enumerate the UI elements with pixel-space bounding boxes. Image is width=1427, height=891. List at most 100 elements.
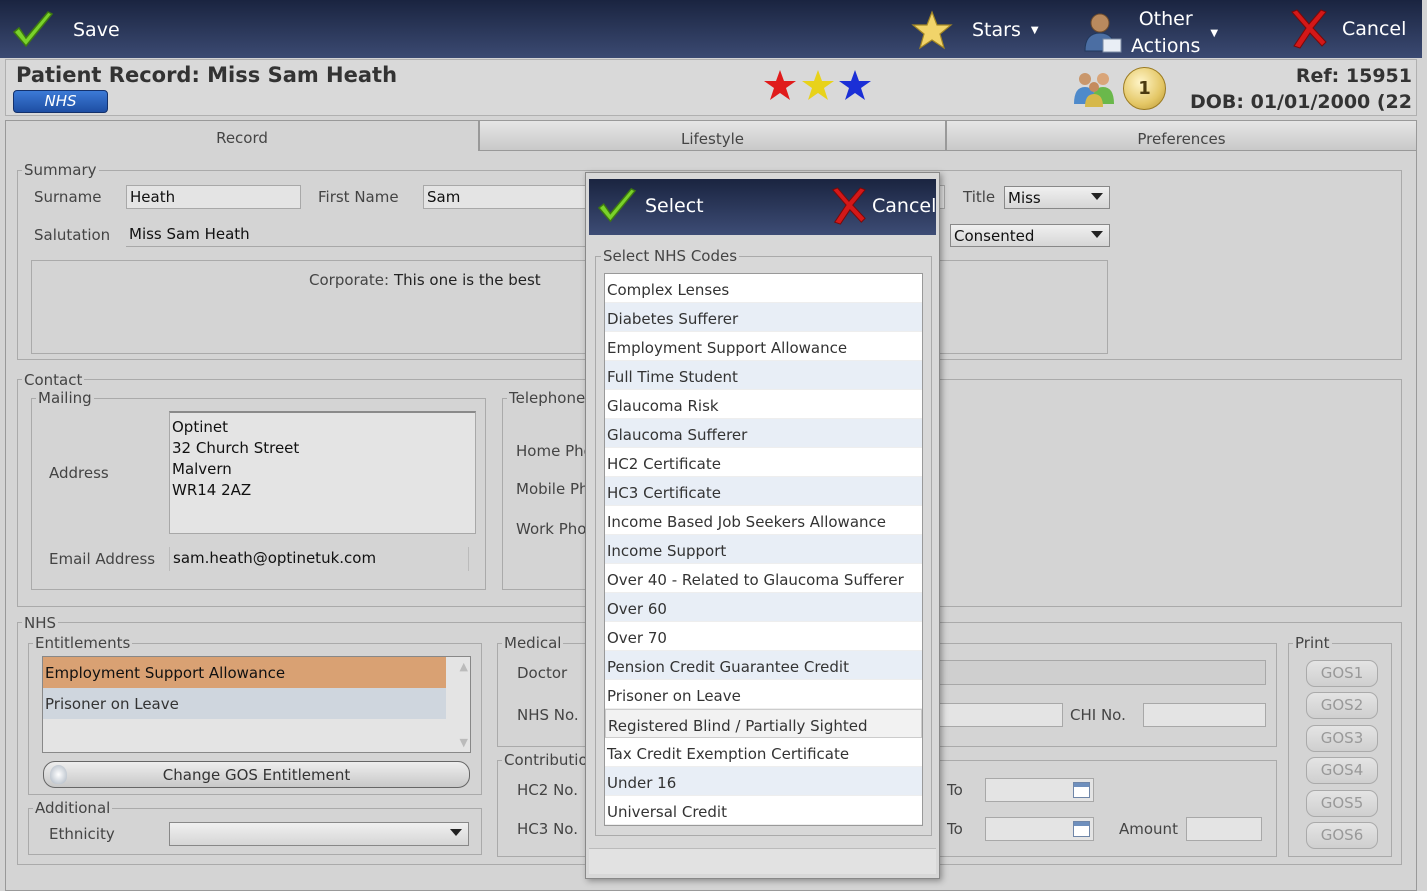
salutation-label: Salutation bbox=[34, 226, 111, 244]
entitlements-legend: Entitlements bbox=[33, 634, 133, 652]
list-item[interactable]: Glaucoma Sufferer bbox=[605, 419, 922, 448]
list-item[interactable]: Over 70 bbox=[605, 622, 922, 651]
tab-record[interactable]: Record bbox=[5, 120, 479, 151]
list-item[interactable]: Universal Credit bbox=[605, 796, 922, 825]
surname-field[interactable]: Heath bbox=[126, 185, 301, 209]
patient-ref: Ref: 15951 DOB: 01/01/2000 (22 bbox=[1190, 63, 1412, 115]
calendar-icon[interactable] bbox=[1073, 821, 1090, 837]
tab-lifestyle[interactable]: Lifestyle bbox=[479, 120, 946, 151]
consent-value: Consented bbox=[954, 227, 1035, 245]
email-field[interactable]: sam.heath@optinetuk.com bbox=[169, 547, 469, 571]
mobile-phone-label: Mobile Ph bbox=[516, 480, 589, 498]
list-item[interactable]: Under 16 bbox=[605, 767, 922, 796]
title-label: Title bbox=[963, 188, 996, 206]
corporate-value: This one is the best bbox=[394, 271, 541, 289]
dialog-cancel-button[interactable]: Cancel bbox=[829, 186, 936, 226]
ethnicity-label: Ethnicity bbox=[49, 825, 115, 843]
amount-field[interactable] bbox=[1186, 817, 1262, 841]
list-item[interactable]: Income Based Job Seekers Allowance bbox=[605, 506, 922, 535]
list-item[interactable]: Pension Credit Guarantee Credit bbox=[605, 651, 922, 680]
list-item[interactable]: Full Time Student bbox=[605, 361, 922, 390]
stars-menu-button[interactable]: Stars ▼ bbox=[910, 10, 1039, 50]
first-name-field[interactable]: Sam bbox=[423, 185, 593, 209]
scroll-up-icon[interactable]: ▲ bbox=[460, 660, 468, 673]
star-icon bbox=[911, 10, 953, 50]
list-item[interactable]: Over 40 - Related to Glaucoma Sufferer bbox=[605, 564, 922, 593]
work-phone-label: Work Pho bbox=[516, 520, 587, 538]
salutation-field[interactable]: Miss Sam Heath bbox=[126, 223, 596, 247]
list-item[interactable]: Tax Credit Exemption Certificate bbox=[605, 738, 922, 767]
red-star-icon bbox=[764, 70, 796, 100]
hc2-label: HC2 No. bbox=[517, 781, 578, 799]
contact-legend: Contact bbox=[22, 371, 85, 389]
other-actions-button[interactable]: Other Actions ▼ bbox=[1081, 6, 1218, 60]
list-item[interactable]: Registered Blind / Partially Sighted bbox=[605, 709, 922, 738]
address-line: WR14 2AZ bbox=[172, 481, 252, 499]
list-item[interactable]: HC2 Certificate bbox=[605, 448, 922, 477]
user-card-icon bbox=[1084, 13, 1122, 53]
first-name-label: First Name bbox=[318, 188, 399, 206]
hc2-to-date[interactable] bbox=[985, 778, 1094, 802]
corporate-label: Corporate: bbox=[309, 271, 390, 289]
nhs-no-field[interactable] bbox=[936, 703, 1063, 727]
list-item[interactable]: Over 60 bbox=[605, 593, 922, 622]
home-phone-label: Home Pho bbox=[516, 442, 593, 460]
print-gos1-button[interactable]: GOS1 bbox=[1306, 660, 1378, 687]
nhs-legend: NHS bbox=[22, 614, 59, 632]
chi-no-field[interactable] bbox=[1143, 703, 1266, 727]
list-item[interactable]: Diabetes Sufferer bbox=[605, 303, 922, 332]
print-gos2-button[interactable]: GOS2 bbox=[1306, 692, 1378, 719]
page-title: Patient Record: Miss Sam Heath bbox=[16, 63, 398, 87]
dialog-toolbar: Select Cancel bbox=[589, 179, 936, 235]
select-button[interactable]: Select bbox=[597, 187, 704, 225]
cancel-label: Cancel bbox=[1342, 17, 1407, 40]
doctor-field[interactable] bbox=[936, 660, 1266, 685]
print-gos4-button[interactable]: GOS4 bbox=[1306, 757, 1378, 784]
print-gos5-button[interactable]: GOS5 bbox=[1306, 790, 1378, 817]
tab-preferences[interactable]: Preferences bbox=[946, 120, 1417, 151]
address-field[interactable]: Optinet 32 Church Street Malvern WR14 2A… bbox=[169, 411, 476, 534]
ref-number: Ref: 15951 bbox=[1295, 65, 1412, 87]
print-gos6-button[interactable]: GOS6 bbox=[1306, 822, 1378, 849]
count-badge[interactable]: 1 bbox=[1123, 67, 1166, 110]
consent-select[interactable]: Consented bbox=[950, 224, 1110, 247]
other-actions-label-2: Actions bbox=[1131, 35, 1201, 57]
family-icon[interactable] bbox=[1071, 70, 1119, 108]
address-line: 32 Church Street bbox=[172, 439, 300, 457]
nhs-codes-list[interactable]: Complex Lenses Diabetes Sufferer Employm… bbox=[604, 273, 923, 826]
top-toolbar: Save Stars ▼ Other Actions ▼ Cancel bbox=[0, 0, 1422, 58]
checkmark-icon bbox=[12, 11, 54, 48]
title-value: Miss bbox=[1008, 189, 1041, 207]
cross-icon bbox=[832, 187, 866, 225]
list-item[interactable]: Prisoner on Leave bbox=[605, 680, 922, 709]
blue-star-icon bbox=[839, 70, 871, 100]
list-item[interactable]: Prisoner on Leave bbox=[43, 688, 446, 719]
change-gos-button[interactable]: Change GOS Entitlement bbox=[43, 761, 470, 788]
list-item[interactable]: HC3 Certificate bbox=[605, 477, 922, 506]
list-item[interactable]: Employment Support Allowance bbox=[43, 657, 446, 688]
scroll-down-icon[interactable]: ▼ bbox=[460, 736, 468, 749]
cancel-button[interactable]: Cancel bbox=[1288, 8, 1406, 50]
chevron-down-icon: ▼ bbox=[1030, 24, 1039, 36]
address-line: Malvern bbox=[172, 460, 232, 478]
list-item[interactable]: Glaucoma Risk bbox=[605, 390, 922, 419]
yellow-star-icon bbox=[802, 70, 834, 100]
calendar-icon[interactable] bbox=[1073, 782, 1090, 798]
patient-header: Patient Record: Miss Sam Heath NHS 1 Ref… bbox=[5, 59, 1417, 116]
hc2-to-label: To bbox=[947, 781, 963, 799]
nhs-badge[interactable]: NHS bbox=[13, 90, 108, 113]
title-select[interactable]: Miss bbox=[1004, 186, 1110, 209]
save-button[interactable]: Save bbox=[12, 10, 120, 50]
hc3-label: HC3 No. bbox=[517, 820, 578, 838]
entitlements-list[interactable]: Employment Support Allowance Prisoner on… bbox=[42, 656, 471, 753]
list-item[interactable]: Income Support bbox=[605, 535, 922, 564]
rating-stars bbox=[764, 70, 871, 100]
ethnicity-select[interactable] bbox=[169, 822, 469, 846]
hc3-to-date[interactable] bbox=[985, 817, 1094, 841]
list-item[interactable]: Employment Support Allowance bbox=[605, 332, 922, 361]
email-label: Email Address bbox=[49, 550, 156, 568]
list-item[interactable]: Complex Lenses bbox=[605, 274, 922, 303]
telephone-legend: Telephone I bbox=[507, 389, 597, 407]
print-gos3-button[interactable]: GOS3 bbox=[1306, 725, 1378, 752]
chevron-down-icon: ▼ bbox=[1210, 27, 1219, 39]
